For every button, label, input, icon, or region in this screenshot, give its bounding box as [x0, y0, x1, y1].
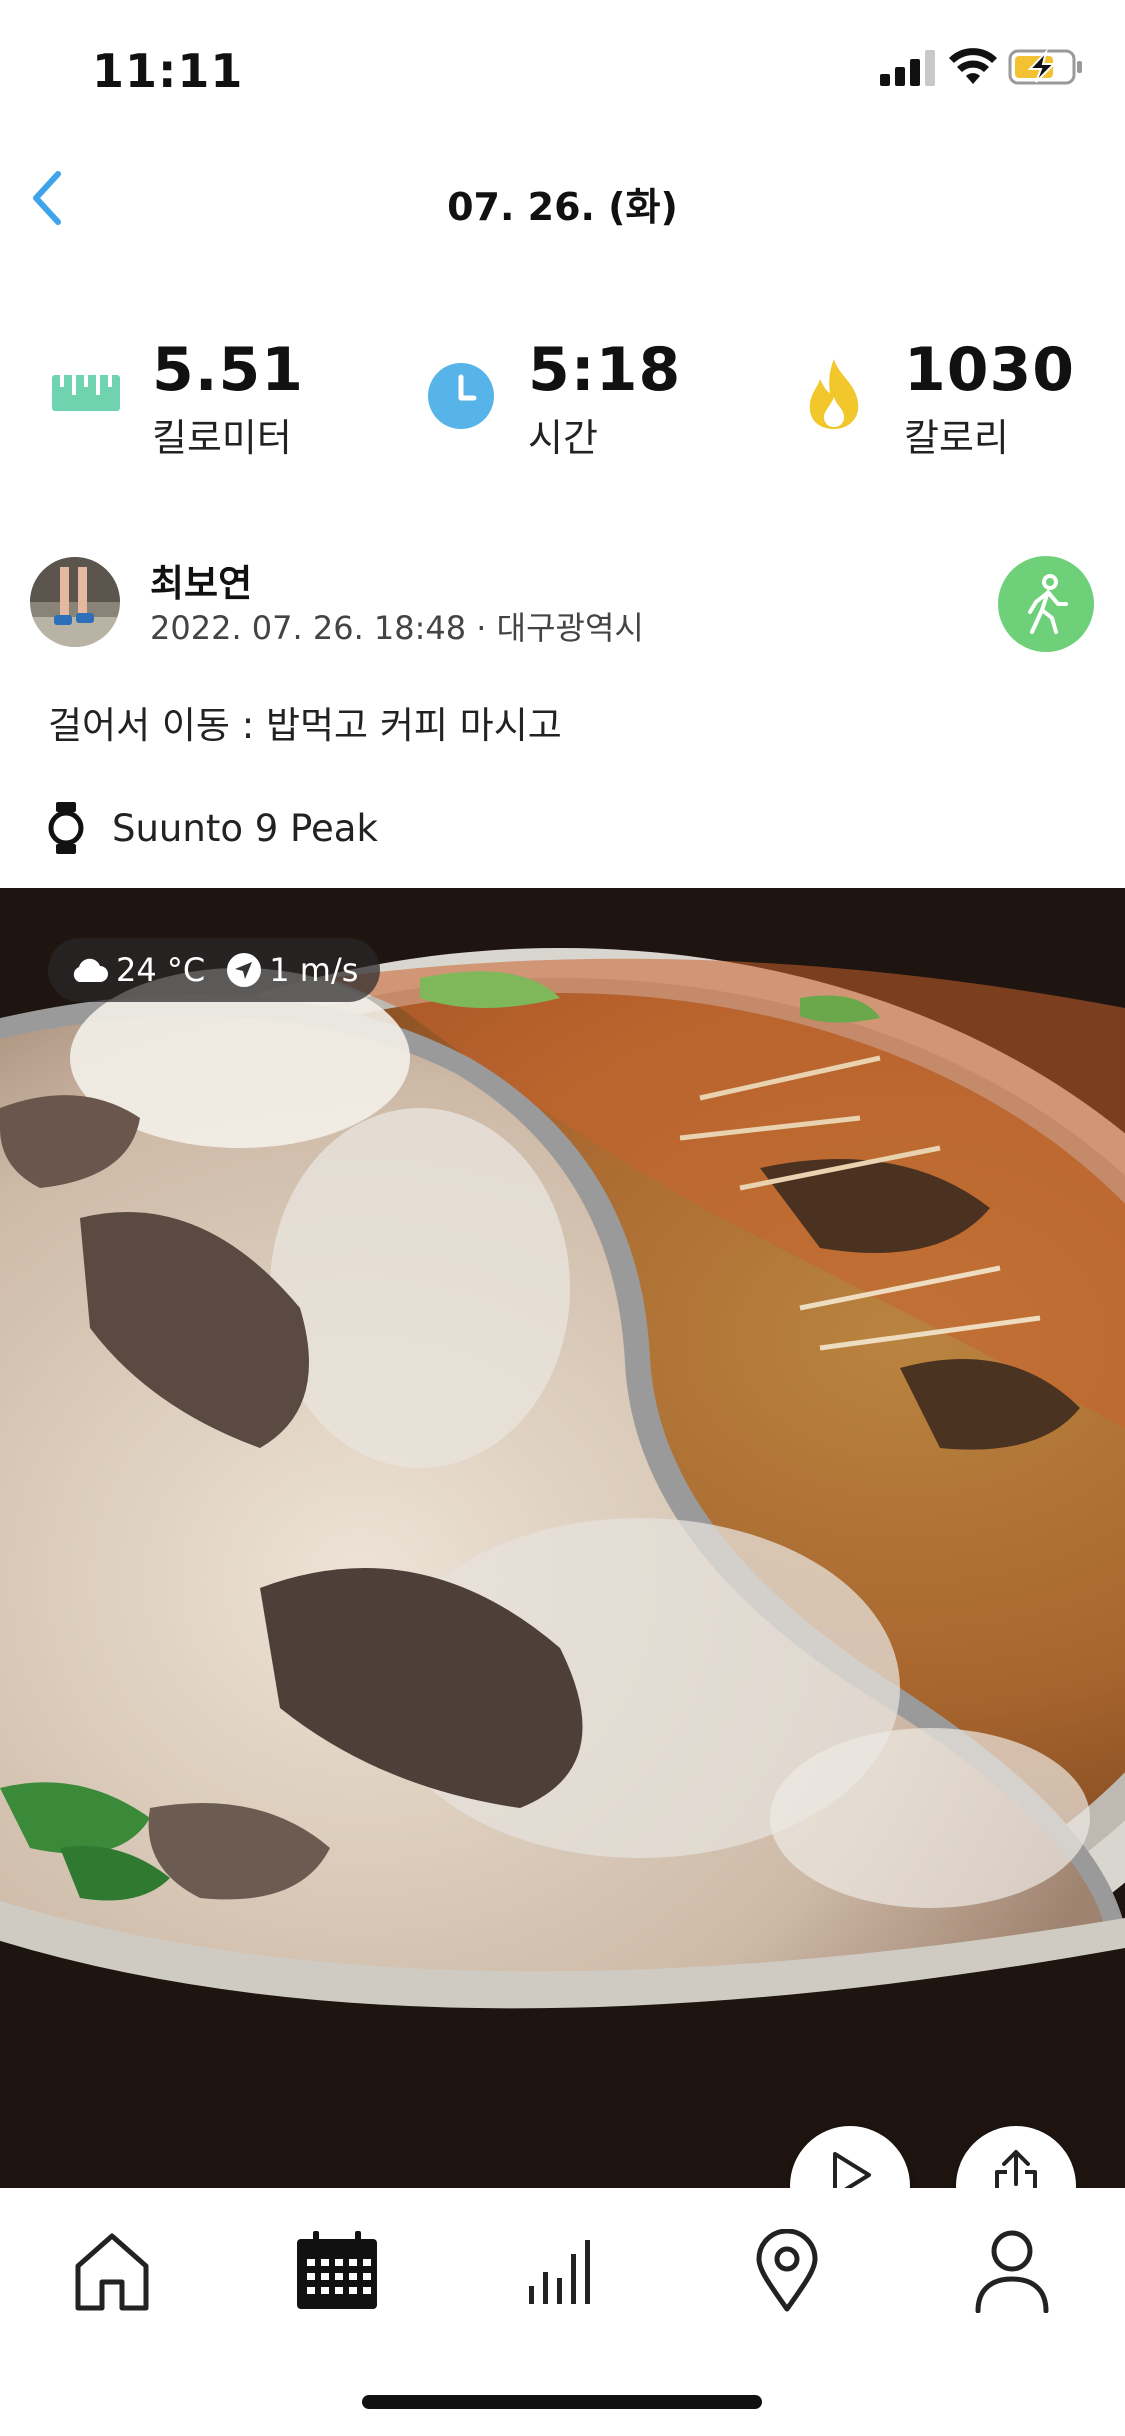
avatar-photo: [30, 557, 120, 647]
location-pin-icon: [756, 2229, 818, 2312]
duration-label: 시간: [528, 416, 598, 460]
calories-label: 칼로리: [904, 416, 1009, 460]
activity-type-button[interactable]: [998, 556, 1094, 652]
tab-calendar[interactable]: [282, 2216, 392, 2326]
cellular-signal-icon: [880, 50, 935, 86]
tab-profile[interactable]: [957, 2216, 1067, 2326]
distance-value: 5.51: [152, 335, 305, 405]
temperature: 24 °C: [116, 951, 206, 989]
status-time: 11:11: [92, 44, 244, 98]
tab-map[interactable]: [732, 2216, 842, 2326]
walking-icon: [1028, 574, 1068, 634]
wind-speed: 1 m/s: [269, 951, 359, 989]
stat-distance: 5.51 킬로미터: [52, 335, 332, 460]
device-name: Suunto 9 Peak: [112, 806, 378, 850]
weather-badge: 24 °C 1 m/s: [48, 938, 381, 1002]
avatar[interactable]: [30, 557, 120, 647]
wifi-icon: [949, 48, 997, 84]
status-bar: 11:11: [0, 0, 1125, 135]
bar-chart-icon: [529, 2240, 590, 2304]
user-name[interactable]: 최보연: [150, 553, 252, 607]
person-icon: [975, 2230, 1049, 2313]
calories-value: 1030: [904, 335, 1075, 405]
tab-home[interactable]: [57, 2216, 167, 2326]
activity-description: 걸어서 이동 : 밥먹고 커피 마시고: [48, 704, 562, 747]
post-meta: 2022. 07. 26. 18:48 · 대구광역시: [150, 609, 644, 647]
ruler-icon: [52, 375, 120, 411]
cloud-icon: [73, 958, 108, 982]
stat-duration: 5:18 시간: [428, 335, 708, 460]
home-indicator[interactable]: [362, 2395, 762, 2409]
stat-calories: 1030 칼로리: [804, 335, 1104, 460]
flame-icon: [809, 359, 859, 429]
page-title: 07. 26. (화): [447, 185, 678, 229]
duration-value: 5:18: [528, 335, 682, 405]
wind-direction-icon: [227, 953, 262, 987]
clock-icon: [428, 363, 494, 429]
calendar-icon: [297, 2231, 377, 2309]
activity-photo[interactable]: [0, 888, 1125, 2188]
distance-label: 킬로미터: [152, 416, 292, 460]
watch-icon: [48, 802, 84, 854]
tab-stats[interactable]: [507, 2216, 617, 2326]
hotpot-food-image: [0, 888, 1125, 2188]
device-info: Suunto 9 Peak: [48, 800, 378, 856]
home-icon: [75, 2233, 149, 2311]
battery-charging-icon: [1008, 48, 1082, 85]
